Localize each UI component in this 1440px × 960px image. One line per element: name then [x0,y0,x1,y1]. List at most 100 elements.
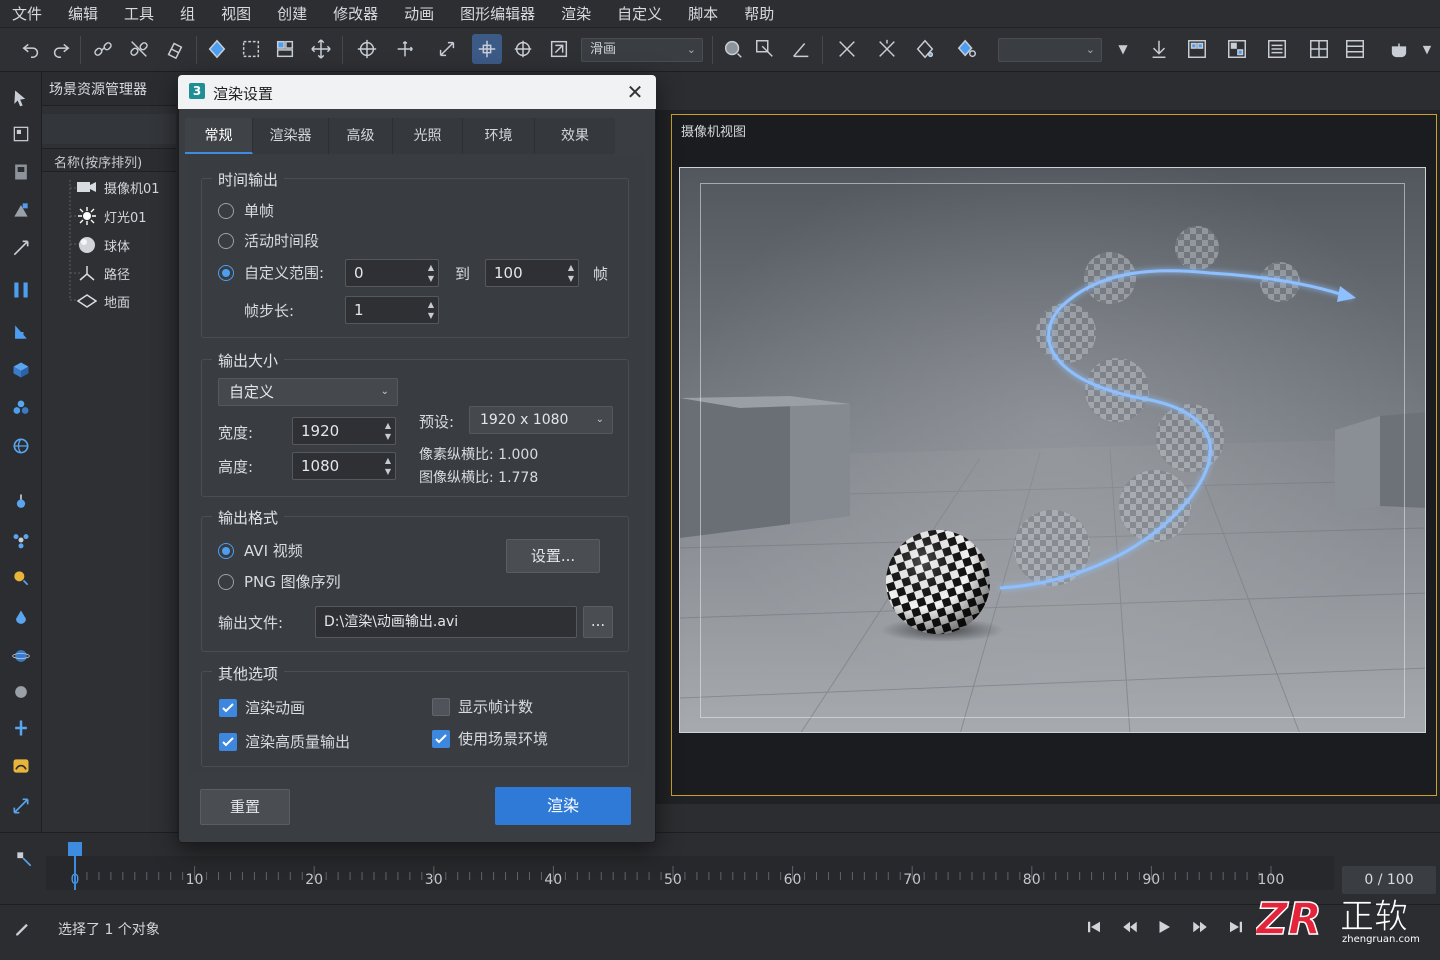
tree-item-camera[interactable]: 摄像机01 [76,175,160,199]
menu-scripting[interactable]: 脚本 [676,0,732,28]
menu-modifiers[interactable]: 修改器 [321,0,392,28]
reset-button[interactable]: 重置 [200,789,290,825]
move-icon[interactable] [306,34,336,64]
tree-item-plane[interactable]: 地面 [76,289,130,313]
render-button[interactable]: 渲染 [495,787,631,825]
range-end-input[interactable]: 100 ▲ ▼ [485,259,579,287]
script-listener-icon[interactable] [10,916,34,940]
planet-icon[interactable] [9,644,33,668]
avi-video-radio[interactable]: AVI 视频 [218,540,303,561]
layout-grid-icon[interactable] [1304,34,1334,64]
tab-renderer[interactable]: 渲染器 [253,118,329,154]
undo-icon[interactable] [16,34,46,64]
dialog-title-bar[interactable]: 3 渲染设置 ✕ [178,75,656,109]
snap-toggle-icon[interactable] [1144,34,1174,64]
dropdown-arrow-icon[interactable]: ▼ [1108,34,1138,64]
schematic-view-icon[interactable] [952,34,982,64]
pin-icon[interactable] [9,716,33,740]
png-sequence-radio[interactable]: PNG 图像序列 [218,571,341,592]
tab-environment[interactable]: 环境 [463,118,535,154]
size-mode-select[interactable]: 自定义 ⌄ [218,378,398,406]
render-animation-checkbox[interactable]: 渲染动画 [219,697,305,718]
bind-space-warp-icon[interactable] [160,34,190,64]
frame-step-input[interactable]: 1 ▲ ▼ [345,296,439,324]
motion-icon[interactable] [9,236,33,260]
sphere-tool-icon[interactable] [9,680,33,704]
tab-lighting[interactable]: 光照 [393,118,463,154]
tab-effects[interactable]: 效果 [535,118,615,154]
height-input[interactable]: 1080 ▲ ▼ [292,452,396,480]
helpers-icon[interactable] [9,528,33,552]
close-icon[interactable]: ✕ [624,80,646,104]
resize-diagonal-icon[interactable] [9,794,33,818]
mirror-icon[interactable] [832,34,862,64]
create-panel-icon[interactable] [9,122,33,146]
show-frame-count-checkbox[interactable]: 显示帧计数 [432,696,533,717]
high-quality-checkbox[interactable]: 渲染高质量输出 [219,731,350,752]
tab-general[interactable]: 常规 [185,118,253,154]
particles-icon[interactable] [9,396,33,420]
select-object-icon[interactable] [202,34,232,64]
menu-help[interactable]: 帮助 [732,0,788,28]
curve-editor-icon[interactable] [910,34,940,64]
tree-item-path[interactable]: 路径 [76,261,130,285]
menu-tools[interactable]: 工具 [112,0,168,28]
rendered-frame-window-icon[interactable] [1222,34,1252,64]
render-production-icon[interactable] [1262,34,1292,64]
previous-frame-icon[interactable] [1118,916,1142,938]
name-column-header[interactable]: 名称(按序排列) [42,148,176,172]
scale-icon[interactable] [432,34,462,64]
tab-advanced[interactable]: 高级 [329,118,393,154]
named-selection-set[interactable]: ⌄ [998,38,1102,62]
redo-icon[interactable] [46,34,76,64]
unlink-icon[interactable] [124,34,154,64]
tree-item-light[interactable]: 灯光01 [76,204,147,228]
box-icon[interactable] [9,358,33,382]
region-select-icon[interactable] [236,34,266,64]
menu-graph-editors[interactable]: 图形编辑器 [448,0,549,28]
mode-select[interactable]: 滑画 ⌄ [581,38,703,62]
bone-icon[interactable] [9,490,33,514]
water-drop-icon[interactable] [9,606,33,630]
zoom-region-icon[interactable] [750,34,780,64]
menu-rendering[interactable]: 渲染 [549,0,605,28]
select-and-move-icon[interactable] [390,34,420,64]
active-segment-radio[interactable]: 活动时间段 [218,230,319,251]
teapot-render-icon[interactable] [1384,34,1414,64]
link-icon[interactable] [88,34,118,64]
utilities-icon[interactable] [9,320,33,344]
angle-snap-icon[interactable] [786,34,816,64]
viewport-label[interactable]: 摄像机视图 [681,121,746,140]
axis-constraint-icon[interactable] [508,34,538,64]
menu-group[interactable]: 组 [168,0,209,28]
use-scene-environment-checkbox[interactable]: 使用场景环境 [432,728,548,749]
menu-animation[interactable]: 动画 [392,0,448,28]
tree-item-sphere[interactable]: 球体 [76,233,130,257]
range-start-input[interactable]: 0 ▲ ▼ [345,259,439,287]
play-icon[interactable] [1152,916,1176,938]
render-dropdown-icon[interactable]: ▼ [1412,34,1440,64]
output-file-input[interactable]: D:\渲染\动画输出.avi [315,606,577,638]
pointer-icon[interactable] [9,86,33,110]
align-icon[interactable] [872,34,902,64]
menu-create[interactable]: 创建 [265,0,321,28]
hierarchy-icon[interactable] [9,198,33,222]
modify-panel-icon[interactable] [9,160,33,184]
globe-icon[interactable] [9,434,33,458]
menu-file[interactable]: 文件 [0,0,56,28]
render-setup-icon[interactable] [1182,34,1212,64]
reference-coord-icon[interactable] [544,34,574,64]
menu-view[interactable]: 视图 [209,0,265,28]
menu-customize[interactable]: 自定义 [605,0,676,28]
single-frame-radio[interactable]: 单帧 [218,200,274,221]
next-frame-icon[interactable] [1188,916,1212,938]
time-slider-handle[interactable] [68,842,82,856]
preset-select[interactable]: 1920 x 1080 ⌄ [469,406,613,434]
go-to-end-icon[interactable] [1224,916,1248,938]
material-sphere-icon[interactable] [718,34,748,64]
go-to-start-icon[interactable] [1082,916,1106,938]
width-input[interactable]: 1920 ▲ ▼ [292,417,396,445]
layout-panel-icon[interactable] [1340,34,1370,64]
timeline-expand-icon[interactable] [12,847,36,871]
snap-icon[interactable] [472,34,502,64]
